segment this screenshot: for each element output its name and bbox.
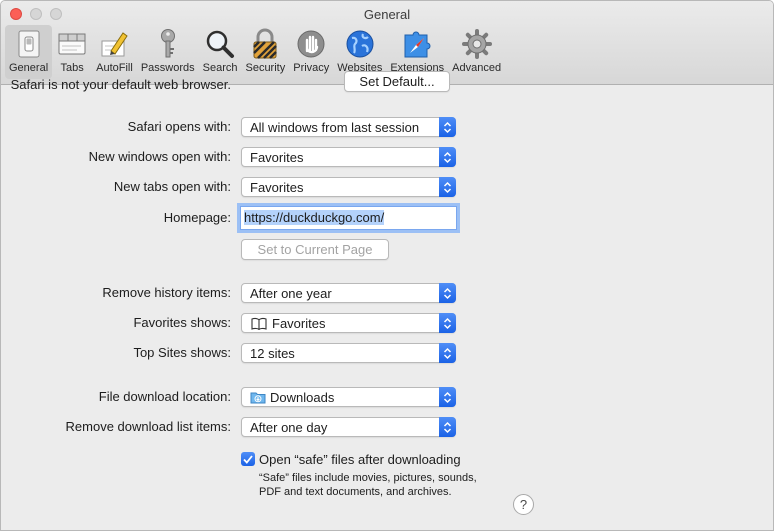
open-safe-files-checkbox[interactable]	[241, 452, 255, 466]
tab-privacy[interactable]: Privacy	[289, 25, 333, 79]
help-button[interactable]: ?	[513, 494, 534, 515]
tab-privacy-label: Privacy	[293, 62, 330, 74]
default-browser-text: Safari is not your default web browser.	[10, 77, 231, 92]
gear-icon	[461, 28, 493, 60]
tab-advanced-label: Advanced	[452, 62, 502, 74]
tab-tabs-label: Tabs	[60, 62, 84, 74]
download-location-value: Downloads	[270, 390, 335, 405]
tab-security[interactable]: Security	[241, 25, 289, 79]
tab-search[interactable]: Search	[199, 25, 242, 79]
favorites-shows-popup[interactable]: Favorites	[241, 313, 456, 333]
tabs-icon	[56, 28, 88, 60]
popup-arrows-icon	[439, 313, 456, 333]
favorites-shows-label: Favorites shows:	[133, 315, 231, 330]
tab-security-label: Security	[245, 62, 286, 74]
new-tabs-label: New tabs open with:	[113, 179, 231, 194]
safe-files-note: “Safe” files include movies, pictures, s…	[259, 472, 477, 498]
tab-tabs[interactable]: Tabs	[52, 25, 92, 79]
tab-search-label: Search	[202, 62, 238, 74]
tab-autofill[interactable]: AutoFill	[92, 25, 137, 79]
popup-arrows-icon	[439, 177, 456, 197]
puzzle-compass-icon	[401, 28, 433, 60]
download-location-label: File download location:	[98, 389, 231, 404]
popup-arrows-icon	[439, 387, 456, 407]
opens-with-popup[interactable]: All windows from last session	[241, 117, 456, 137]
globe-icon	[344, 28, 376, 60]
downloads-folder-icon	[250, 390, 266, 407]
popup-arrows-icon	[439, 117, 456, 137]
set-default-button[interactable]: Set Default...	[344, 71, 450, 92]
pencil-icon	[98, 28, 130, 60]
tab-passwords-label: Passwords	[140, 62, 195, 74]
popup-arrows-icon	[439, 283, 456, 303]
new-tabs-popup[interactable]: Favorites	[241, 177, 456, 197]
top-sites-label: Top Sites shows:	[133, 345, 231, 360]
remove-downloads-label: Remove download list items:	[65, 419, 231, 434]
new-tabs-value: Favorites	[250, 180, 304, 195]
magnifier-icon	[204, 28, 236, 60]
top-sites-value: 12 sites	[250, 346, 295, 361]
preferences-window: General General Tabs AutoFill Passwords …	[0, 0, 774, 531]
window-title: General	[363, 7, 411, 22]
general-switch-icon	[13, 28, 45, 60]
new-windows-popup[interactable]: Favorites	[241, 147, 456, 167]
set-to-current-page-button[interactable]: Set to Current Page	[241, 239, 389, 260]
opens-with-value: All windows from last session	[250, 120, 420, 135]
popup-arrows-icon	[439, 417, 456, 437]
hand-icon	[295, 28, 327, 60]
tab-general-label: General	[9, 62, 49, 74]
remove-downloads-value: After one day	[250, 420, 328, 435]
tab-advanced[interactable]: Advanced	[448, 25, 505, 79]
favorites-shows-value: Favorites	[272, 316, 326, 331]
new-windows-label: New windows open with:	[88, 149, 231, 164]
top-sites-popup[interactable]: 12 sites	[241, 343, 456, 363]
padlock-icon	[249, 28, 281, 60]
checkmark-icon	[243, 454, 253, 464]
tab-general[interactable]: General	[5, 25, 53, 79]
new-windows-value: Favorites	[250, 150, 304, 165]
homepage-value: https://duckduckgo.com/	[244, 210, 385, 225]
popup-arrows-icon	[439, 147, 456, 167]
remove-history-value: After one year	[250, 286, 332, 301]
general-pane: Safari is not your default web browser. …	[1, 71, 773, 530]
remove-history-popup[interactable]: After one year	[241, 283, 456, 303]
remove-downloads-popup[interactable]: After one day	[241, 417, 456, 437]
homepage-label: Homepage:	[163, 210, 231, 225]
open-safe-files-label[interactable]: Open “safe” files after downloading	[259, 452, 461, 467]
homepage-field[interactable]: https://duckduckgo.com/	[240, 206, 457, 230]
popup-arrows-icon	[439, 343, 456, 363]
download-location-popup[interactable]: Downloads	[241, 387, 456, 407]
tab-passwords[interactable]: Passwords	[137, 25, 199, 79]
key-icon	[152, 28, 184, 60]
opens-with-label: Safari opens with:	[127, 119, 231, 134]
book-icon	[251, 317, 267, 333]
remove-history-label: Remove history items:	[102, 285, 231, 300]
tab-autofill-label: AutoFill	[96, 62, 133, 74]
